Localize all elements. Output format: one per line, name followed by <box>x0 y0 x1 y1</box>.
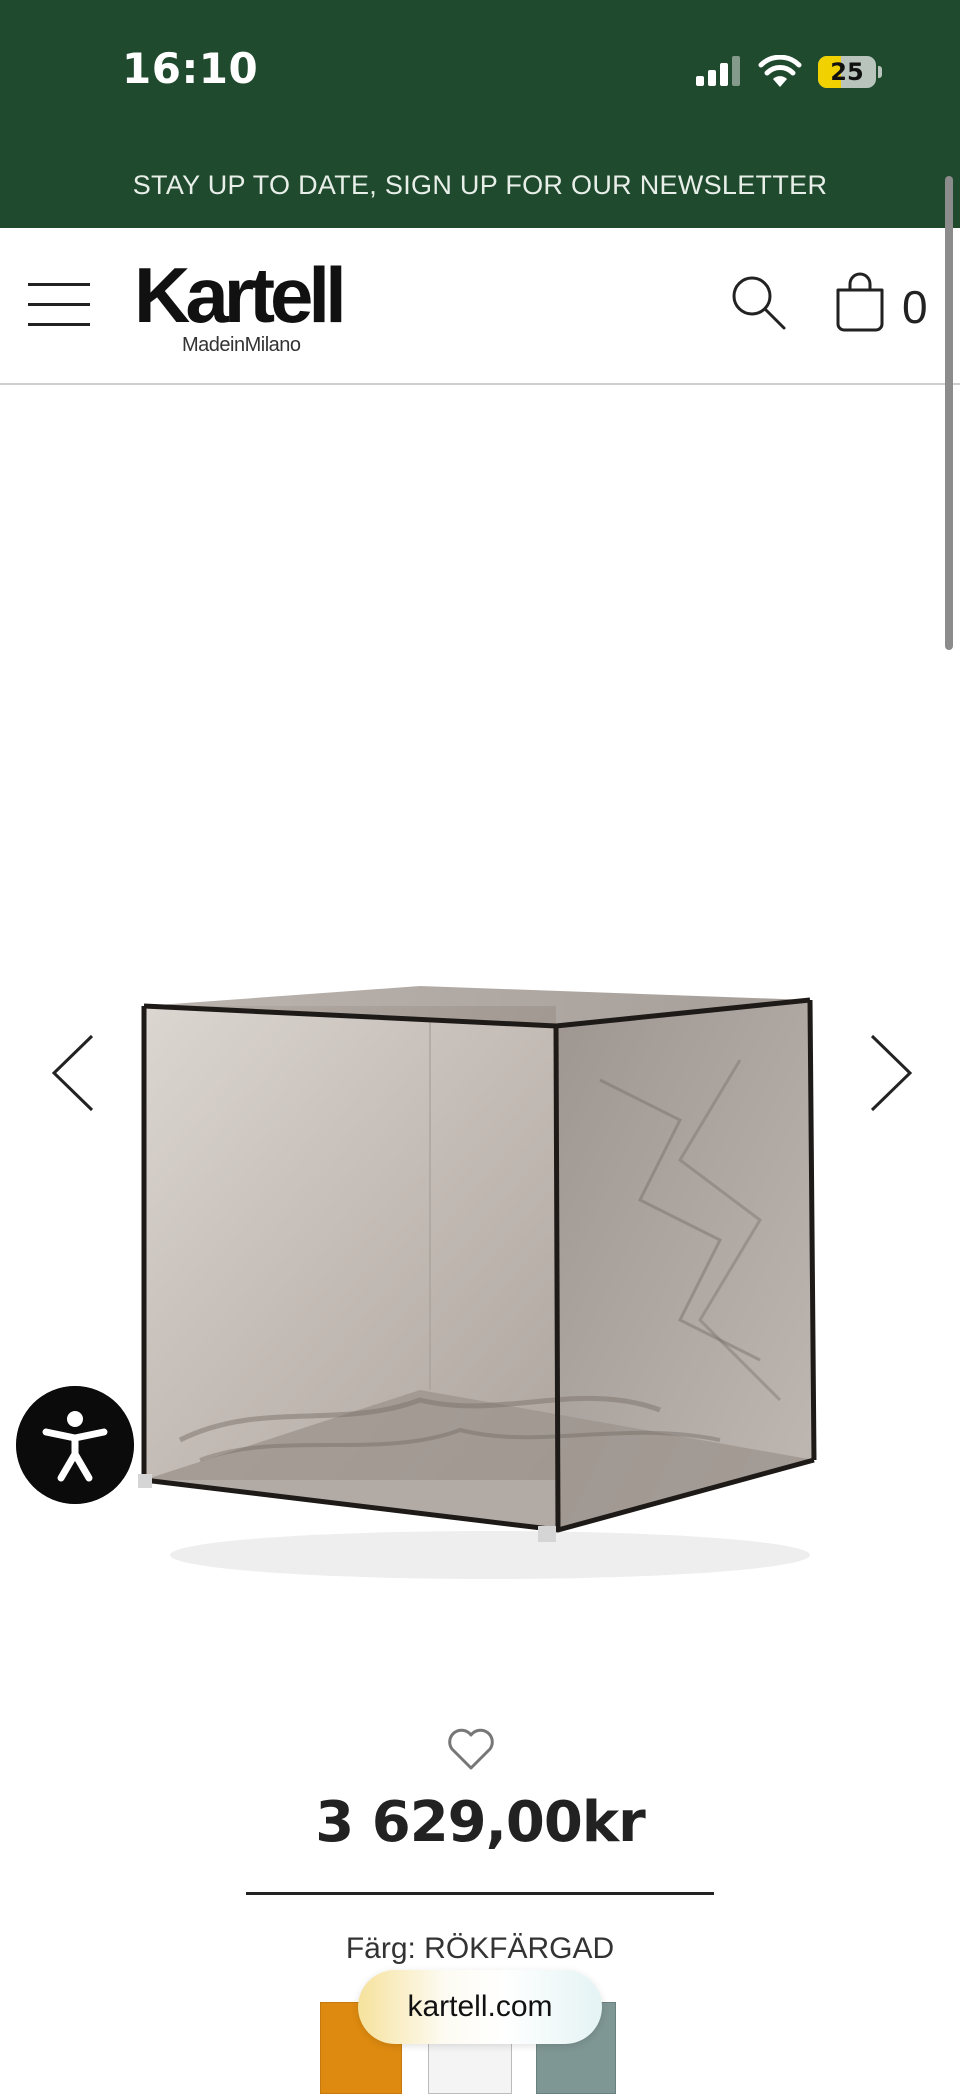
color-label: Färg: RÖKFÄRGAD <box>345 1932 615 1965</box>
product-price: 3 629,00kr <box>315 1790 645 1855</box>
status-icons: 25 <box>694 52 882 92</box>
browser-url: kartell.com <box>407 1990 553 2023</box>
battery-icon: 25 <box>818 56 876 88</box>
newsletter-banner[interactable]: STAY UP TO DATE, SIGN UP FOR OUR NEWSLET… <box>0 142 960 228</box>
kartell-logo[interactable]: Kartell MadeinMilano <box>134 251 347 356</box>
cart-count[interactable]: 0 <box>902 280 928 334</box>
price-divider <box>246 1892 714 1895</box>
battery-level: 25 <box>830 58 864 86</box>
logo-tagline: MadeinMilano <box>182 334 301 356</box>
accessibility-person-icon[interactable] <box>16 1386 134 1504</box>
product-image[interactable] <box>120 960 840 1640</box>
hamburger-menu-icon[interactable] <box>28 283 90 327</box>
wifi-icon <box>758 55 802 87</box>
battery-tip <box>878 66 882 78</box>
signal-icon <box>696 56 740 86</box>
heart-icon[interactable] <box>446 1726 496 1772</box>
chevron-left-icon[interactable] <box>44 1028 104 1118</box>
site-header: Kartell MadeinMilano 0 <box>0 228 960 385</box>
search-icon[interactable] <box>728 272 790 334</box>
newsletter-text: STAY UP TO DATE, SIGN UP FOR OUR NEWSLET… <box>132 169 828 200</box>
logo-text: Kartell <box>134 251 347 339</box>
status-bar: 16:10 25 <box>0 0 960 142</box>
browser-url-bar[interactable]: kartell.com <box>358 1970 602 2044</box>
shopping-bag-icon[interactable] <box>832 270 888 334</box>
chevron-right-icon[interactable] <box>860 1028 920 1118</box>
status-time: 16:10 <box>122 44 259 93</box>
page-scrollbar[interactable] <box>945 176 953 650</box>
